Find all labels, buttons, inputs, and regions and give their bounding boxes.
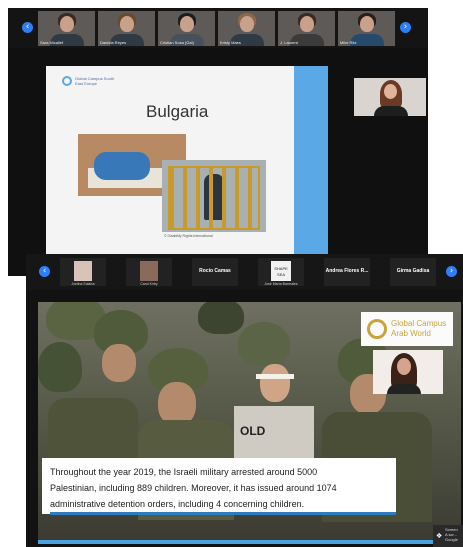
participant-name: Girma Gadisa	[396, 268, 430, 274]
participant-name: Carol Kirby	[140, 282, 158, 286]
photo-detail	[94, 152, 150, 180]
participant-name: Sara Micallef	[40, 40, 64, 45]
participant-video	[119, 16, 134, 32]
participant-name: Kristy Maes	[220, 40, 241, 45]
shared-slide-arab-world: OLD Global Campus Arab World Throughout …	[38, 302, 461, 542]
slide-title: Bulgaria	[146, 102, 209, 121]
global-campus-logo-icon	[62, 76, 72, 86]
next-page-icon[interactable]: ›	[400, 22, 411, 33]
participant-video	[299, 16, 314, 32]
photo-detail	[260, 364, 290, 402]
participant-name: Daniela Reyes	[100, 40, 127, 45]
participant-tile[interactable]: SHAPE SEA José María Barreales	[258, 258, 304, 286]
participant-tile[interactable]: Kristy Maes	[218, 11, 275, 46]
participant-name: José María Barreales	[264, 282, 298, 286]
speaker-video	[374, 106, 408, 116]
speaker-video	[397, 358, 411, 375]
screen-share-notice[interactable]: ❖ Screen A scr... Google	[433, 525, 463, 547]
slide-photo-cage	[162, 160, 266, 232]
participant-tile[interactable]: Sara Micallef	[38, 11, 95, 46]
global-campus-arab-world-logo: Global Campus Arab World	[361, 312, 453, 346]
participant-photo	[140, 261, 158, 281]
participant-tile[interactable]: Cristian Sosa (Gal)	[158, 11, 215, 46]
participant-tile[interactable]: J. Laurent	[278, 11, 335, 46]
photo-credit: © Disability Rights International	[164, 234, 213, 238]
participant-name: Andrea Flores R...	[325, 268, 369, 274]
speaker-video	[384, 84, 397, 99]
photo-detail	[256, 374, 294, 379]
photo-detail	[238, 322, 290, 366]
top-meeting-window: ‹ Sara Micallef Daniela Reyes Cristian S…	[8, 8, 428, 276]
participant-tile[interactable]: Daniela Reyes	[98, 11, 155, 46]
participant-tile[interactable]: Rocio Camas	[192, 258, 238, 286]
participant-name: Rocio Camas	[199, 268, 231, 274]
participant-name: Joelina Sulaiss	[71, 282, 95, 286]
photo-detail	[102, 344, 136, 382]
prev-page-icon[interactable]: ‹	[39, 266, 50, 277]
participant-video	[239, 16, 254, 32]
brand-line-1: Global Campus	[391, 319, 447, 328]
caption-line: Palestinian, including 889 children. Mor…	[50, 483, 337, 493]
speaker-video	[387, 384, 421, 394]
brand-line-2: Arab World	[391, 329, 431, 338]
caption-line: Throughout the year 2019, the Israeli mi…	[50, 467, 318, 477]
share-label: Screen A scr... Google	[445, 527, 458, 542]
participant-name: Mike Ritz	[340, 40, 357, 45]
active-speaker-video[interactable]	[354, 78, 426, 116]
slide-caption-box: Throughout the year 2019, the Israeli mi…	[42, 458, 396, 514]
brand-text: Global Campus Arab World	[391, 319, 451, 339]
participant-video	[359, 16, 374, 32]
slide-logo-text: Global Campus South East Europe	[75, 76, 115, 86]
caption-line: administrative detention orders, includi…	[50, 499, 305, 509]
photo-detail	[198, 302, 244, 334]
participant-name: Cristian Sosa (Gal)	[160, 40, 194, 45]
participant-tile[interactable]: Girma Gadisa	[390, 258, 436, 286]
participant-video	[179, 16, 194, 32]
top-participant-strip: ‹ Sara Micallef Daniela Reyes Cristian S…	[8, 8, 428, 48]
caption-underline	[50, 512, 396, 515]
share-label-line: Google	[445, 537, 458, 542]
photo-detail: OLD	[234, 406, 314, 466]
dropbox-icon: ❖	[436, 532, 443, 540]
photo-shirt-text: OLD	[240, 424, 266, 438]
participant-tile[interactable]: Mike Ritz	[338, 11, 395, 46]
next-page-icon[interactable]: ›	[446, 266, 457, 277]
participant-tile[interactable]: Carol Kirby	[126, 258, 172, 286]
participant-tile[interactable]: Joelina Sulaiss	[60, 258, 106, 286]
slide-progress-bar	[38, 540, 461, 544]
global-campus-logo-icon	[367, 319, 387, 339]
photo-detail	[168, 166, 260, 230]
participant-video	[59, 16, 74, 32]
bottom-meeting-window: ‹ Joelina Sulaiss Carol Kirby Rocio Cama…	[26, 254, 463, 547]
participant-photo	[74, 261, 92, 281]
bottom-participant-strip: ‹ Joelina Sulaiss Carol Kirby Rocio Cama…	[26, 254, 463, 290]
shared-slide-bulgaria: Global Campus South East Europe Bulgaria…	[46, 66, 328, 258]
participant-name: J. Laurent	[280, 40, 298, 45]
photo-detail	[38, 342, 82, 392]
participant-tile[interactable]: Andrea Flores R...	[324, 258, 370, 286]
prev-page-icon[interactable]: ‹	[22, 22, 33, 33]
slide-accent-bar	[294, 66, 328, 258]
shape-sea-logo: SHAPE SEA	[271, 261, 291, 281]
active-speaker-video[interactable]	[373, 350, 443, 394]
